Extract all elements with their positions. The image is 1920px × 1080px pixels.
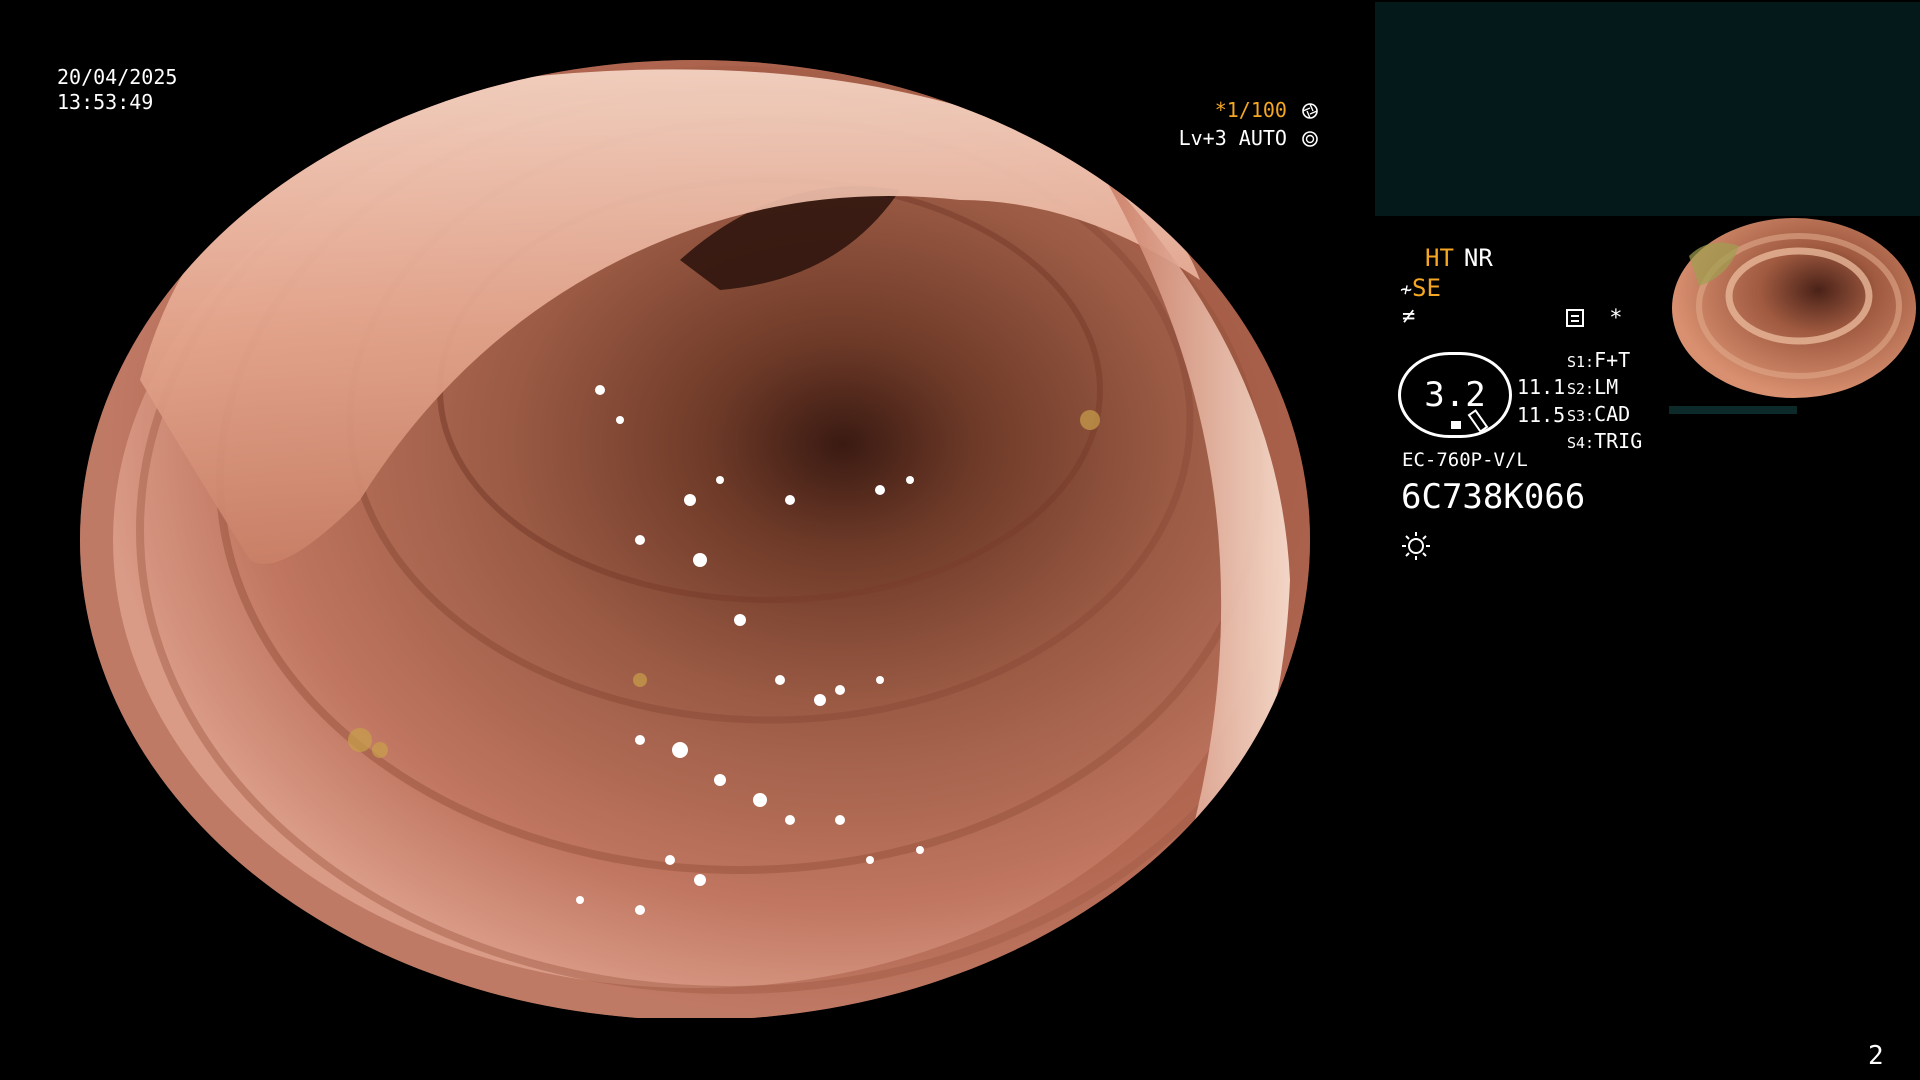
switch-item: S3:CAD (1567, 402, 1642, 429)
image-mode-indicator: HT NR (1425, 246, 1493, 270)
shutter-value: *1/100 (1214, 98, 1287, 122)
page-number: 2 (1868, 1041, 1884, 1071)
switch-key: S2: (1567, 380, 1595, 398)
zoom-value: 3.2 (1424, 375, 1486, 415)
zoom-level-marker (1451, 421, 1461, 429)
nr-mode: NR (1463, 244, 1493, 272)
target-icon (1302, 130, 1318, 147)
ht-mode: HT (1425, 244, 1454, 272)
shutter-readout: *1/100 (1215, 100, 1318, 120)
switch-key: S1: (1567, 353, 1595, 371)
captured-image-thumbnail[interactable] (1669, 216, 1920, 416)
thumbnail-status-bar (1669, 406, 1797, 414)
se-symbol: ≁ (1400, 277, 1413, 301)
pip-window (1375, 2, 1920, 216)
switch-value: F+T (1594, 348, 1631, 372)
aperture-icon (1302, 102, 1318, 119)
f-mode-indicator: ≠ (1402, 306, 1415, 328)
switch-key: S4: (1567, 434, 1595, 452)
switch-value: CAD (1594, 402, 1631, 426)
zoom-badge: 3.2 (1398, 352, 1512, 438)
light-source-icon (1400, 530, 1432, 562)
switch-value: TRIG (1594, 429, 1643, 453)
exposure-value: Lv+3 AUTO (1178, 126, 1287, 150)
switch-item: S2:LM (1567, 375, 1642, 402)
date-text: 20/04/2025 (57, 65, 178, 89)
structure-enhancement-indicator: ≁SE (1400, 276, 1441, 300)
settings-star: * (1609, 306, 1623, 331)
endoscope-image (80, 60, 1310, 1018)
exposure-readout: Lv+3 AUTO (1179, 128, 1318, 148)
settings-indicators: * (1566, 308, 1623, 330)
se-mode: SE (1412, 274, 1441, 302)
endoscopy-monitor: 20/04/2025 13:53:49 *1/100 Lv+3 AUTO HT … (0, 0, 1920, 1080)
ratio-readouts: 11.1 11.5 (1517, 373, 1565, 429)
switch-key: S3: (1567, 407, 1595, 425)
switch-item: S4:TRIG (1567, 429, 1642, 456)
date-time-readout: 20/04/2025 13:53:49 (57, 65, 177, 115)
scope-model: EC-760P-V/L (1402, 449, 1528, 471)
ratio-2: 11.5 (1517, 403, 1566, 427)
scope-switch-assignments: S1:F+T S2:LM S3:CAD S4:TRIG (1567, 348, 1642, 456)
ratio-1: 11.1 (1517, 375, 1566, 399)
switch-item: S1:F+T (1567, 348, 1642, 375)
scope-serial-number: 6C738K066 (1401, 477, 1586, 517)
memory-card-icon (1566, 309, 1584, 327)
switch-value: LM (1594, 375, 1619, 399)
f-mode-symbol: ≠ (1402, 304, 1416, 329)
time-text: 13:53:49 (57, 90, 154, 114)
